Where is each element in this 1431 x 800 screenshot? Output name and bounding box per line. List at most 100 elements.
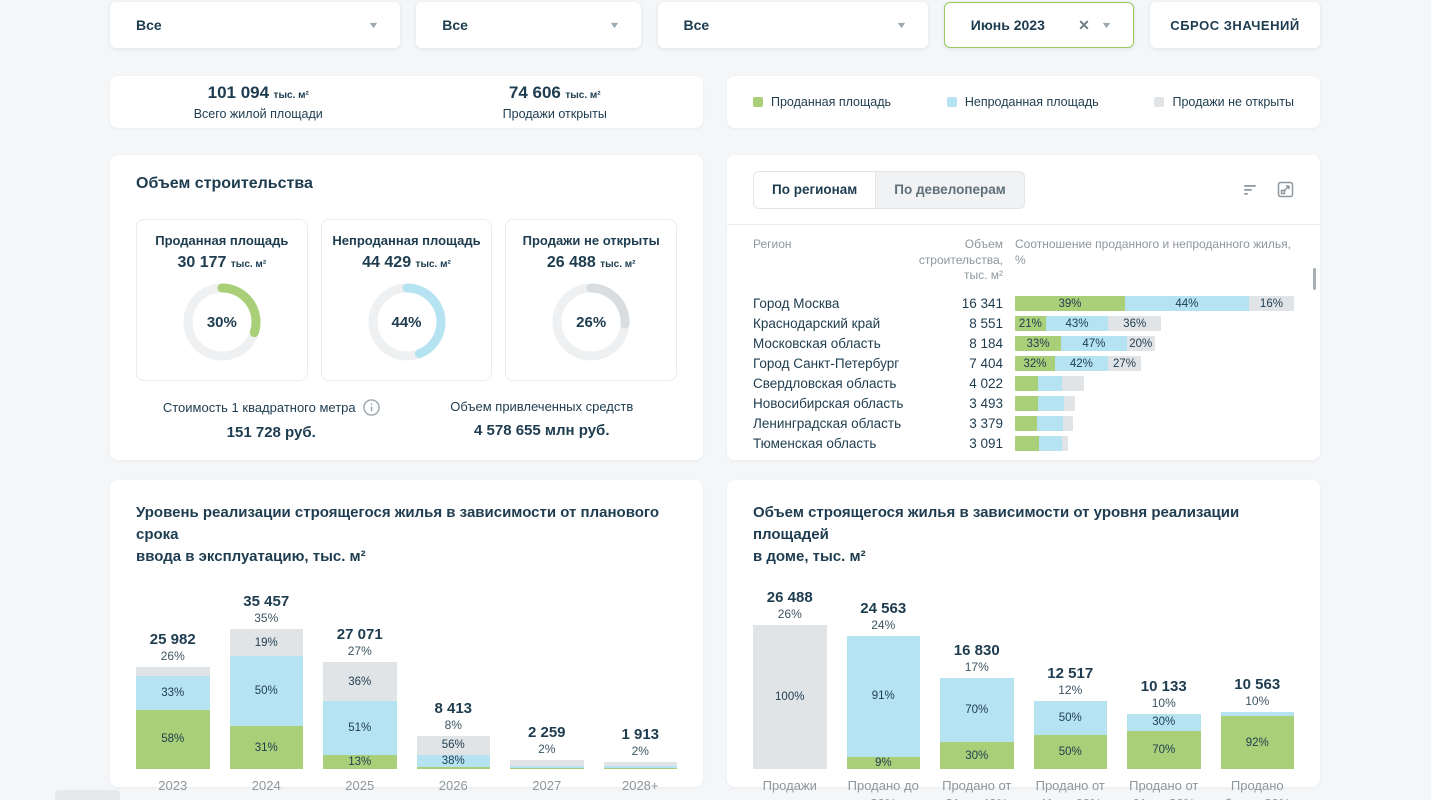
raised-funds: Объем привлеченных средств 4 578 655 млн… bbox=[407, 399, 678, 441]
donut-chart-not-open[interactable]: 26% bbox=[549, 280, 633, 364]
region-name: Краснодарский край bbox=[753, 316, 901, 331]
info-icon[interactable] bbox=[363, 399, 380, 416]
region-volume: 3 379 bbox=[901, 416, 1003, 431]
bar-share-label: 26% bbox=[136, 649, 210, 663]
table-row[interactable]: Новосибирская область3 493 bbox=[753, 394, 1294, 414]
legend-swatch-gray bbox=[1154, 97, 1164, 107]
stats-row: 101 094 тыс. м² Всего жилой площади 74 6… bbox=[110, 76, 1320, 128]
filter-select-3[interactable]: Все ▼ bbox=[658, 2, 928, 48]
bar-segment-green bbox=[1015, 396, 1038, 411]
x-axis-label: 2024 bbox=[230, 777, 304, 795]
donut-chart-unsold[interactable]: 44% bbox=[365, 280, 449, 364]
bar-segment-gray: 16% bbox=[1249, 296, 1294, 311]
x-axis-label: 2023 bbox=[136, 777, 210, 795]
stacked-bar[interactable]: 56%38% bbox=[417, 736, 491, 769]
stacked-bar[interactable]: 33%58% bbox=[136, 667, 210, 770]
reset-filters-button[interactable]: СБРОС ЗНАЧЕНИЙ bbox=[1150, 2, 1320, 48]
chevron-down-icon: ▼ bbox=[895, 20, 907, 30]
construction-volume-card: Объем строительства Проданная площадь 30… bbox=[110, 155, 703, 460]
bar-segment-blue: 50% bbox=[1034, 701, 1108, 735]
tab-by-regions[interactable]: По регионам bbox=[754, 172, 876, 208]
region-volume: 8 551 bbox=[901, 316, 1003, 331]
bar-segment-green: 31% bbox=[230, 726, 304, 769]
bar-segment-green: 70% bbox=[1127, 731, 1201, 770]
stacked-bar[interactable]: 30%70% bbox=[1127, 714, 1201, 769]
region-name: Новосибирская область bbox=[753, 396, 901, 411]
filter-select-2-value: Все bbox=[442, 17, 468, 33]
bar-share-label: 10% bbox=[1221, 694, 1295, 708]
regions-card: По регионам По девелоперам Регион Объем … bbox=[727, 155, 1320, 460]
bar-column: 25 98226%33%58%2023 bbox=[136, 581, 210, 795]
stacked-bar[interactable] bbox=[604, 762, 678, 770]
stat-open-value: 74 606 bbox=[509, 83, 561, 102]
next-section-edge bbox=[55, 790, 120, 800]
bar-segment-gray: 36% bbox=[323, 662, 397, 700]
bar-segment-gray: 36% bbox=[1108, 316, 1161, 331]
regions-card-header: По регионам По девелоперам bbox=[727, 155, 1320, 225]
region-name: Город Санкт-Петербург bbox=[753, 356, 901, 371]
donut-card-sold: Проданная площадь 30 177 тыс. м² 30% bbox=[136, 219, 308, 381]
clear-icon[interactable]: ✕ bbox=[1078, 17, 1102, 34]
stat-total-value: 101 094 bbox=[208, 83, 269, 102]
stacked-bar[interactable]: 19%50%31% bbox=[230, 629, 304, 769]
region-volume: 4 022 bbox=[901, 376, 1003, 391]
region-volume: 3 091 bbox=[901, 436, 1003, 451]
bar-value-label: 10 133 bbox=[1127, 678, 1201, 695]
expand-icon[interactable] bbox=[1277, 181, 1294, 198]
bar-segment-green bbox=[604, 768, 678, 769]
bar-segment-green: 13% bbox=[323, 755, 397, 769]
donut-card-unsold: Непроданная площадь 44 429 тыс. м² 44% bbox=[321, 219, 493, 381]
filter-select-2[interactable]: Все ▼ bbox=[416, 2, 641, 48]
region-ratio-bar: 39%44%16% bbox=[1015, 296, 1294, 311]
scrollbar-thumb[interactable] bbox=[1313, 268, 1316, 290]
bar-segment-blue bbox=[1038, 376, 1063, 391]
stat-open-unit: тыс. м² bbox=[565, 90, 600, 101]
region-name: Свердловская область bbox=[753, 376, 901, 391]
bar-column: 27 07127%36%51%13%2025 bbox=[323, 581, 397, 795]
table-row[interactable]: Ленинградская область3 379 bbox=[753, 414, 1294, 434]
region-ratio-bar bbox=[1015, 416, 1073, 431]
stacked-bar-chart-by-realization: 26 48826%100%Продажине открыты24 56324%9… bbox=[753, 581, 1294, 800]
donut-chart-sold[interactable]: 30% bbox=[180, 280, 264, 364]
bar-column: 10 13310%30%70%Продано от61 до 80% bbox=[1127, 581, 1201, 800]
bar-segment-green: 58% bbox=[136, 710, 210, 769]
regions-table-header: Регион Объем строительства, тыс. м² Соот… bbox=[753, 237, 1294, 284]
stacked-bar[interactable]: 36%51%13% bbox=[323, 662, 397, 769]
tab-by-developers[interactable]: По девелоперам bbox=[876, 172, 1023, 208]
filter-select-1[interactable]: Все ▼ bbox=[110, 2, 400, 48]
bar-segment-gray bbox=[136, 667, 210, 676]
stacked-bar[interactable] bbox=[510, 760, 584, 769]
bar-segment-blue: 70% bbox=[940, 678, 1014, 742]
bar-segment-blue bbox=[1038, 396, 1064, 411]
sort-icon[interactable] bbox=[1243, 183, 1259, 197]
table-row[interactable]: Город Москва16 34139%44%16% bbox=[753, 294, 1294, 314]
bar-segment-blue bbox=[1039, 436, 1063, 451]
stacked-bar[interactable]: 92% bbox=[1221, 712, 1295, 769]
bar-segment-blue: 30% bbox=[1127, 714, 1201, 731]
card-title: Объем строительства bbox=[136, 175, 677, 193]
stacked-bar[interactable]: 100% bbox=[753, 625, 827, 769]
bar-segment-green bbox=[417, 767, 491, 769]
chart-title: Объем строящегося жилья в зависимости от… bbox=[753, 502, 1294, 567]
region-name: Ленинградская область bbox=[753, 416, 901, 431]
region-volume: 8 184 bbox=[901, 336, 1003, 351]
bar-segment-green bbox=[510, 768, 584, 769]
table-row[interactable]: Город Санкт-Петербург7 40432%42%27% bbox=[753, 354, 1294, 374]
filters-bar: Все ▼ Все ▼ Все ▼ Июнь 2023 ✕ ▼ СБРОС ЗН… bbox=[110, 2, 1320, 48]
table-row[interactable]: Московская область8 18433%47%20% bbox=[753, 334, 1294, 354]
stacked-bar[interactable]: 91%9% bbox=[847, 636, 921, 770]
chevron-down-icon: ▼ bbox=[609, 20, 621, 30]
stat-total-area: 101 094 тыс. м² Всего жилой площади bbox=[110, 76, 407, 128]
legend-item-not-open: Продажи не открыты bbox=[1154, 95, 1294, 109]
bar-segment-gray bbox=[1062, 436, 1067, 451]
stacked-bar[interactable]: 70%30% bbox=[940, 678, 1014, 769]
date-filter-select[interactable]: Июнь 2023 ✕ ▼ bbox=[944, 2, 1134, 48]
table-row[interactable]: Тюменская область3 091 bbox=[753, 434, 1294, 454]
table-row[interactable]: Краснодарский край8 55121%43%36% bbox=[753, 314, 1294, 334]
bar-share-label: 35% bbox=[230, 611, 304, 625]
table-row[interactable]: Свердловская область4 022 bbox=[753, 374, 1294, 394]
stacked-bar[interactable]: 50%50% bbox=[1034, 701, 1108, 769]
bar-segment-gray: 100% bbox=[753, 625, 827, 769]
region-ratio-bar: 33%47%20% bbox=[1015, 336, 1155, 351]
region-volume: 7 404 bbox=[901, 356, 1003, 371]
